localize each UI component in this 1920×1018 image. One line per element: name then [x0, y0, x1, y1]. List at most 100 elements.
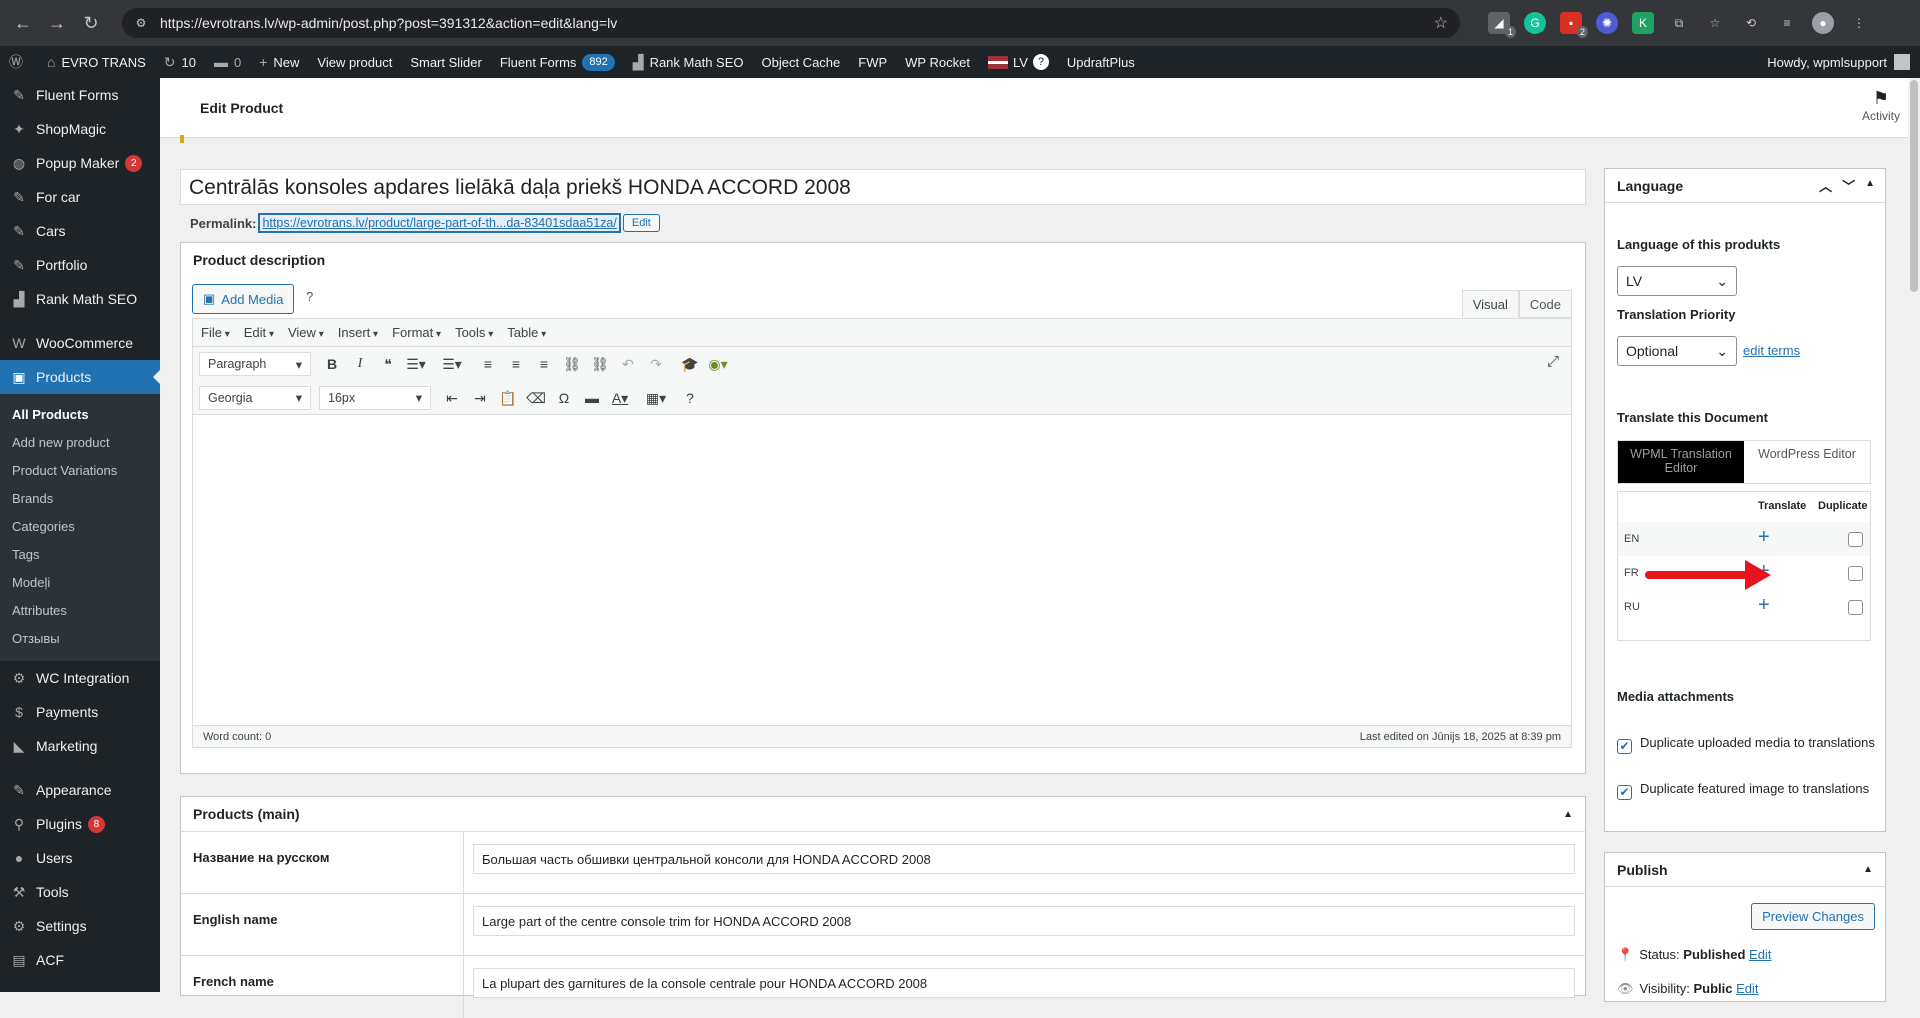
field-input[interactable]: Большая часть обшивки центральной консол…	[473, 844, 1575, 874]
permalink-link[interactable]: https://evrotrans.lv/product/large-part-…	[258, 213, 621, 233]
dup-media-option[interactable]: ✔ Duplicate uploaded media to translation…	[1617, 731, 1877, 754]
submenu-item[interactable]: Product Variations	[0, 457, 160, 485]
checkbox-checked-icon[interactable]: ✔	[1617, 739, 1632, 754]
paste-text-icon[interactable]: 📋	[495, 385, 521, 411]
scrollbar-thumb[interactable]	[1910, 80, 1918, 292]
submenu-item[interactable]: Отзывы	[0, 625, 160, 653]
editor-menu-format[interactable]: Format ▾	[392, 325, 441, 340]
site-name[interactable]: ⌂ EVRO TRANS	[38, 46, 155, 78]
editor-menu-insert[interactable]: Insert ▾	[338, 325, 378, 340]
sidebar-item-wc-integration[interactable]: ⚙ WC Integration	[0, 661, 160, 695]
horizontal-line-icon[interactable]: ▬	[579, 385, 605, 411]
plugin-icon[interactable]: ◉▾	[705, 351, 731, 377]
redo-icon[interactable]: ↷	[643, 351, 669, 377]
new-content[interactable]: + New	[250, 46, 308, 78]
sidebar-item-marketing[interactable]: ◣ Marketing	[0, 729, 160, 763]
view-product[interactable]: View product	[308, 46, 401, 78]
object-cache[interactable]: Object Cache	[753, 46, 850, 78]
add-translation-icon[interactable]: +	[1758, 594, 1770, 617]
sidebar-item-settings[interactable]: ⚙ Settings	[0, 909, 160, 943]
editor-menu-view[interactable]: View ▾	[288, 325, 324, 340]
submenu-item[interactable]: All Products	[0, 401, 160, 429]
editor-menu-file[interactable]: File ▾	[201, 325, 230, 340]
updraftplus[interactable]: UpdraftPlus	[1058, 46, 1144, 78]
editor-menu-tools[interactable]: Tools ▾	[455, 325, 493, 340]
blockquote-icon[interactable]: ❝	[375, 351, 401, 377]
sidebar-item-users[interactable]: ● Users	[0, 841, 160, 875]
special-character-icon[interactable]: Ω	[551, 385, 577, 411]
sidebar-item-portfolio[interactable]: ✎ Portfolio	[0, 248, 160, 282]
address-bar[interactable]: ⚙ https://evrotrans.lv/wp-admin/post.php…	[122, 8, 1460, 38]
comments[interactable]: ▬ 0	[205, 46, 250, 78]
tab-visual[interactable]: Visual	[1461, 290, 1519, 318]
submenu-item[interactable]: Add new product	[0, 429, 160, 457]
sidebar-item-popup-maker[interactable]: ◍ Popup Maker 2	[0, 146, 160, 180]
extension-icon[interactable]: K	[1632, 12, 1654, 34]
font-family-select[interactable]: Georgia ▾	[199, 385, 311, 410]
wpml-editor-option[interactable]: WPML Translation Editor	[1618, 441, 1744, 483]
sidebar-item-payments[interactable]: $ Payments	[0, 695, 160, 729]
bullet-list-icon[interactable]: ☰▾	[403, 351, 429, 377]
forward-icon[interactable]: →	[40, 13, 74, 34]
sidebar-item-rank-math-seo[interactable]: ▟ Rank Math SEO	[0, 282, 160, 316]
tab-code[interactable]: Code	[1518, 290, 1572, 318]
back-icon[interactable]: ←	[6, 13, 40, 34]
editor-menu-table[interactable]: Table ▾	[507, 325, 546, 340]
wordpress-editor-option[interactable]: WordPress Editor	[1744, 441, 1870, 483]
field-input[interactable]: La plupart des garnitures de la console …	[473, 968, 1575, 998]
edit-terms-link[interactable]: edit terms	[1743, 343, 1800, 358]
bookmarks-icon[interactable]: ☆	[1704, 12, 1726, 34]
editor-menu-edit[interactable]: Edit ▾	[244, 325, 274, 340]
permalink-edit-button[interactable]: Edit	[622, 214, 660, 232]
history-icon[interactable]: ⟲	[1740, 12, 1762, 34]
sidebar-item-cars[interactable]: ✎ Cars	[0, 214, 160, 248]
help-icon[interactable]: ?	[306, 289, 313, 304]
move-down-icon[interactable]: ﹀	[1842, 176, 1855, 195]
sidebar-item-appearance[interactable]: ✎ Appearance	[0, 773, 160, 807]
font-size-select[interactable]: 16px ▾	[319, 385, 431, 410]
language-switcher[interactable]: LV?	[979, 46, 1058, 78]
link-icon[interactable]: ⛓	[559, 351, 585, 377]
collapse-icon[interactable]: ▲	[1863, 864, 1873, 875]
postbox-header[interactable]: Products (main) ▲	[181, 797, 1585, 831]
fluent-forms[interactable]: Fluent Forms 892	[491, 46, 624, 78]
priority-select[interactable]: Optional ⌄	[1617, 336, 1737, 366]
sidebar-item-woocommerce[interactable]: W WooCommerce	[0, 326, 160, 360]
collapse-icon[interactable]: ▲	[1865, 176, 1875, 195]
preview-changes-button[interactable]: Preview Changes	[1751, 903, 1875, 930]
duplicate-checkbox[interactable]	[1848, 532, 1863, 547]
url-text[interactable]: https://evrotrans.lv/wp-admin/post.php?p…	[160, 15, 617, 31]
graduation-cap-icon[interactable]: 🎓	[677, 351, 703, 377]
table-icon[interactable]: ▦▾	[643, 385, 669, 411]
submenu-item[interactable]: Tags	[0, 541, 160, 569]
numbered-list-icon[interactable]: ☰▾	[439, 351, 465, 377]
post-title-input[interactable]: Centrālās konsoles apdares lielākā daļa …	[180, 169, 1586, 205]
align-center-icon[interactable]: ≡	[503, 351, 529, 377]
fwp[interactable]: FWP	[849, 46, 896, 78]
add-translation-icon[interactable]: +	[1758, 526, 1770, 549]
wp-logo[interactable]: Ⓦ	[0, 46, 38, 78]
reading-list-icon[interactable]: ≡	[1776, 12, 1798, 34]
add-media-button[interactable]: ▣ Add Media	[192, 284, 295, 314]
sidebar-item-products[interactable]: ▣ Products	[0, 360, 161, 394]
menu-icon[interactable]: ⋮	[1848, 12, 1870, 34]
move-up-icon[interactable]: ︿	[1819, 176, 1832, 195]
bold-icon[interactable]: B	[319, 351, 345, 377]
submenu-item[interactable]: Categories	[0, 513, 160, 541]
wp-rocket[interactable]: WP Rocket	[896, 46, 979, 78]
extension-icon[interactable]: ✺	[1596, 12, 1618, 34]
page-scrollbar[interactable]	[1908, 78, 1920, 992]
visibility-edit-link[interactable]: Edit	[1736, 981, 1758, 996]
account-menu[interactable]: Howdy, wpmlsupport	[1767, 46, 1910, 78]
updates[interactable]: ↻ 10	[155, 46, 205, 78]
submenu-item[interactable]: Modeļi	[0, 569, 160, 597]
sidebar-item-shopmagic[interactable]: ✦ ShopMagic	[0, 112, 160, 146]
unlink-icon[interactable]: ⛓	[587, 351, 613, 377]
extension-icon[interactable]: ◢ 1	[1488, 12, 1516, 38]
language-select[interactable]: LV ⌄	[1617, 266, 1737, 296]
outdent-icon[interactable]: ⇤	[439, 385, 465, 411]
indent-icon[interactable]: ⇥	[467, 385, 493, 411]
sidebar-item-fluent-forms[interactable]: ✎ Fluent Forms	[0, 78, 160, 112]
rank-math[interactable]: ▟ Rank Math SEO	[624, 46, 753, 78]
activity-button[interactable]: ⚑ Activity	[1862, 88, 1900, 123]
